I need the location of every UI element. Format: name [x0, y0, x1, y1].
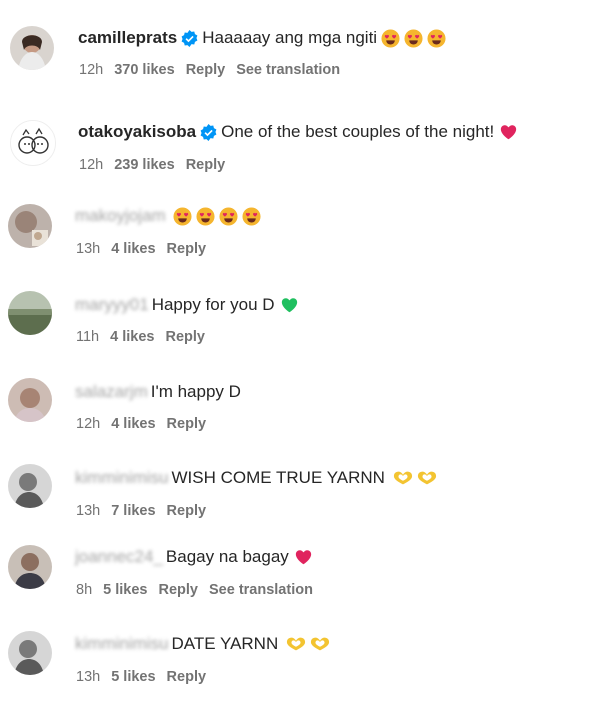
red-heart-icon — [295, 550, 311, 565]
smiling-heart-eyes-icon — [381, 28, 400, 48]
comment-time: 13h — [76, 503, 101, 519]
avatar[interactable] — [8, 378, 52, 422]
comment-text: Haaaaay ang mga ngiti — [202, 28, 378, 47]
username[interactable]: maryyy01 — [75, 294, 149, 316]
see-translation-button[interactable]: See translation — [236, 62, 340, 78]
avatar[interactable] — [8, 204, 52, 248]
heart-hands-icon — [287, 637, 306, 651]
reply-button[interactable]: Reply — [167, 241, 207, 257]
heart-hands-icon — [393, 471, 413, 485]
username[interactable]: otakoyakisoba — [78, 121, 196, 143]
likes-count[interactable]: 4 likes — [111, 241, 155, 257]
avatar[interactable] — [8, 545, 52, 589]
comment-text: Bagay na bagay — [165, 547, 289, 566]
comment-text: I'm happy D — [150, 382, 241, 401]
username[interactable]: makoyjojam — [75, 205, 166, 227]
reply-button[interactable]: Reply — [167, 503, 207, 519]
likes-count[interactable]: 5 likes — [111, 669, 155, 685]
comment-time: 13h — [76, 241, 101, 257]
reply-button[interactable]: Reply — [167, 416, 207, 432]
comment-time: 12h — [76, 416, 101, 432]
smiling-heart-eyes-icon — [404, 28, 423, 48]
smiling-heart-eyes-icon — [219, 206, 238, 226]
likes-count[interactable]: 4 likes — [111, 416, 155, 432]
smiling-heart-eyes-icon — [196, 206, 215, 226]
avatar[interactable] — [10, 120, 56, 166]
verified-badge-icon — [181, 29, 198, 47]
comment-text: One of the best couples of the night! — [221, 122, 495, 141]
reply-button[interactable]: Reply — [165, 329, 205, 345]
smiling-heart-eyes-icon — [427, 28, 446, 48]
heart-hands-icon — [417, 471, 437, 485]
avatar[interactable] — [8, 291, 52, 335]
reply-button[interactable]: Reply — [158, 582, 198, 598]
comment-time: 12h — [79, 62, 104, 78]
comment-time: 12h — [79, 157, 104, 173]
comment-time: 13h — [76, 669, 101, 685]
avatar[interactable] — [8, 631, 52, 675]
avatar[interactable] — [8, 464, 52, 508]
reply-button[interactable]: Reply — [186, 157, 226, 173]
smiling-heart-eyes-icon — [242, 206, 261, 226]
username[interactable]: camilleprats — [78, 27, 177, 49]
comment-time: 8h — [76, 582, 93, 598]
username[interactable]: kimminimisu — [75, 467, 169, 489]
red-heart-icon — [501, 125, 517, 140]
avatar[interactable] — [10, 26, 54, 70]
heart-hands-icon — [311, 637, 330, 651]
likes-count[interactable]: 4 likes — [110, 329, 154, 345]
username[interactable]: joannec24_ — [75, 546, 163, 568]
reply-button[interactable]: Reply — [186, 62, 226, 78]
comment-text: DATE YARNN — [171, 634, 279, 653]
likes-count[interactable]: 370 likes — [114, 62, 174, 78]
reply-button[interactable]: Reply — [167, 669, 207, 685]
likes-count[interactable]: 5 likes — [103, 582, 147, 598]
smiling-heart-eyes-icon — [173, 206, 192, 226]
see-translation-button[interactable]: See translation — [209, 582, 313, 598]
username[interactable]: kimminimisu — [75, 633, 169, 655]
username[interactable]: salazarjm — [75, 381, 148, 403]
comment-text: WISH COME TRUE YARNN — [171, 468, 385, 487]
green-heart-icon — [281, 298, 297, 313]
likes-count[interactable]: 239 likes — [114, 157, 174, 173]
comment-time: 11h — [76, 329, 100, 345]
comment-text: Happy for you D — [151, 295, 275, 314]
likes-count[interactable]: 7 likes — [111, 503, 155, 519]
verified-badge-icon — [200, 123, 217, 141]
